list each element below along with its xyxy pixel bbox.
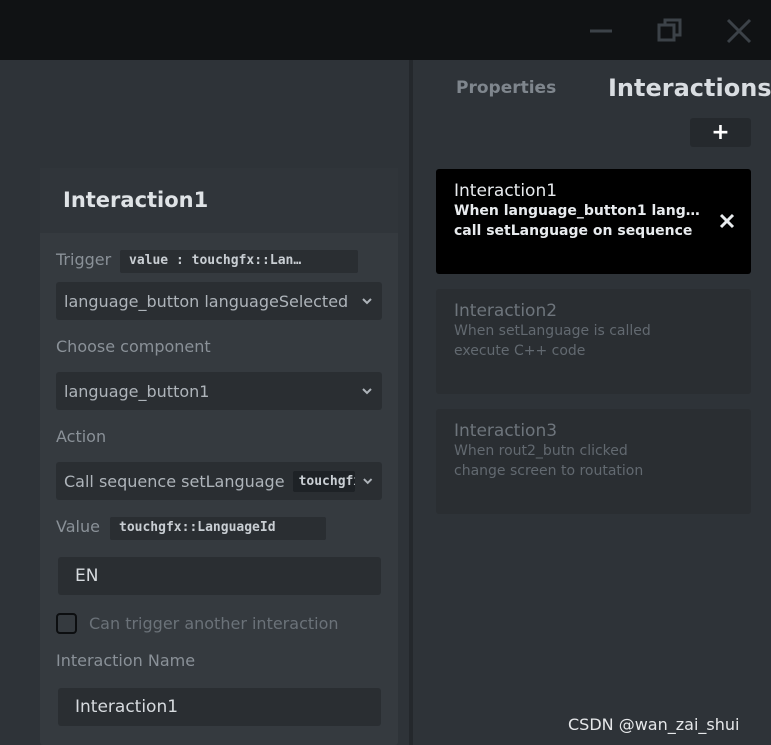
can-trigger-label: Can trigger another interaction	[89, 614, 339, 633]
chevron-down-icon	[362, 298, 372, 305]
chevron-down-icon	[362, 478, 372, 485]
tab-interactions[interactable]: Interactions	[608, 74, 771, 102]
trigger-label: Trigger	[56, 250, 112, 269]
interaction-card-action: execute C++ code	[454, 343, 586, 359]
component-dropdown-value: language_button1	[64, 381, 210, 401]
editor-title: Interaction1	[40, 168, 398, 233]
trigger-dropdown[interactable]: language_button languageSelected	[56, 282, 382, 320]
action-dropdown-value: Call sequence setLanguage	[64, 471, 285, 491]
interaction-card-2[interactable]: Interaction2 When setLanguage is called …	[436, 289, 751, 394]
action-type-chip: touchgfx	[292, 470, 355, 492]
action-label: Action	[56, 427, 107, 446]
value-label: Value	[56, 517, 100, 536]
can-trigger-checkbox[interactable]	[56, 613, 77, 634]
interaction-card-action: change screen to routation	[454, 463, 644, 479]
interaction-card-title: Interaction2	[454, 301, 558, 321]
interaction-card-title: Interaction1	[454, 181, 558, 201]
interaction-card-trigger: When language_button1 languag…	[454, 203, 706, 219]
trigger-dropdown-value: language_button languageSelected	[64, 291, 349, 311]
close-icon[interactable]	[722, 14, 756, 48]
delete-interaction-icon[interactable]	[717, 211, 737, 231]
choose-component-label: Choose component	[56, 337, 211, 356]
value-type-chip: touchgfx::LanguageId	[110, 517, 326, 540]
interactions-sidebar	[413, 60, 771, 745]
interaction-card-3[interactable]: Interaction3 When rout2_butn clicked cha…	[436, 409, 751, 514]
title-bar	[0, 0, 771, 60]
interaction-card-1[interactable]: Interaction1 When language_button1 langu…	[436, 169, 751, 274]
interaction-name-label: Interaction Name	[56, 651, 196, 670]
chevron-down-icon	[362, 388, 372, 395]
interaction-card-action: call setLanguage on sequence	[454, 223, 693, 239]
interaction-name-input[interactable]: Interaction1	[58, 688, 381, 726]
value-input[interactable]: EN	[58, 557, 381, 595]
interaction-card-title: Interaction3	[454, 421, 558, 441]
watermark: CSDN @wan_zai_shui	[568, 715, 740, 734]
tab-properties[interactable]: Properties	[456, 78, 556, 98]
restore-icon[interactable]	[653, 14, 687, 48]
interaction-card-trigger: When rout2_butn clicked	[454, 443, 628, 459]
trigger-type-chip: value : touchgfx::Lan…	[120, 250, 358, 273]
component-dropdown[interactable]: language_button1	[56, 372, 382, 410]
minimize-icon[interactable]	[584, 14, 618, 48]
interaction-card-trigger: When setLanguage is called	[454, 323, 651, 339]
add-interaction-button[interactable]: +	[690, 118, 751, 147]
action-dropdown[interactable]: Call sequence setLanguage touchgfx	[56, 462, 382, 500]
